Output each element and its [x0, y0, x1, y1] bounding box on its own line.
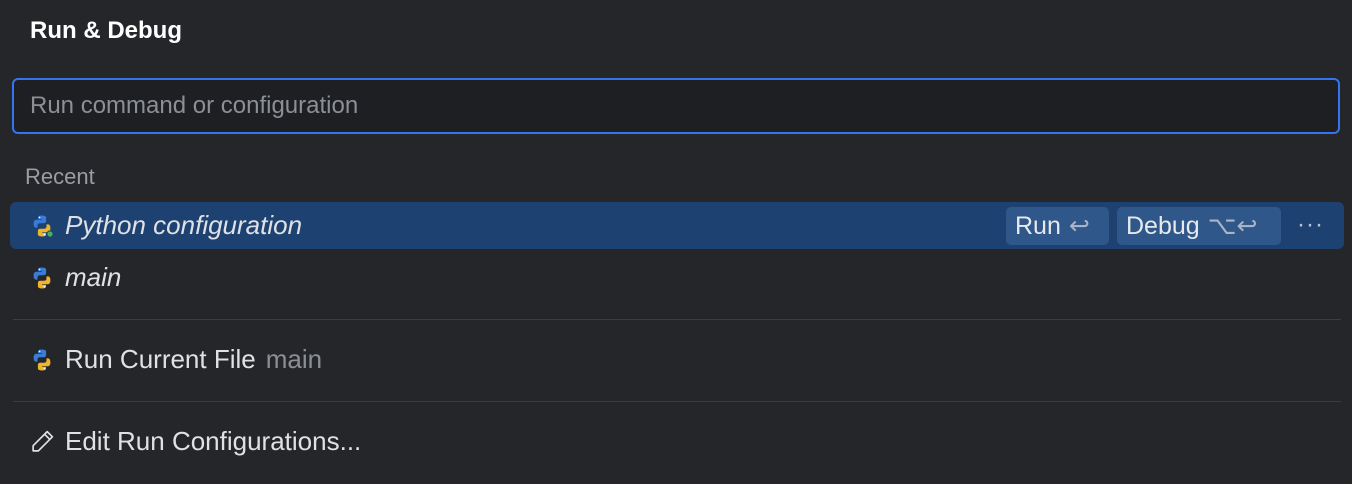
- pencil-icon: [32, 430, 54, 452]
- edit-run-configurations-label: Edit Run Configurations...: [65, 426, 362, 456]
- more-actions-icon[interactable]: ···: [1297, 205, 1324, 245]
- run-button-label: Run: [1015, 212, 1061, 240]
- python-icon: [33, 215, 54, 238]
- recent-item-label: main: [65, 262, 122, 292]
- recent-item-python-configuration[interactable]: Python configuration Run ↩ Debug ⌥↩ ···: [10, 202, 1344, 249]
- divider: [13, 319, 1341, 320]
- debug-button[interactable]: Debug ⌥↩: [1117, 207, 1281, 245]
- popup-title: Run & Debug: [30, 17, 182, 44]
- recent-item-label: Python configuration: [65, 210, 303, 240]
- python-icon: [33, 267, 51, 289]
- divider: [13, 401, 1341, 402]
- edit-run-configurations-item[interactable]: Edit Run Configurations...: [10, 418, 1344, 465]
- run-current-file-target: main: [265, 344, 323, 374]
- run-current-file-label: Run Current File main: [65, 336, 322, 383]
- run-current-file-text: Run Current File: [65, 344, 256, 374]
- search-field[interactable]: [12, 78, 1340, 134]
- recent-section-label: Recent: [25, 164, 95, 189]
- recent-item-main[interactable]: main: [10, 254, 1344, 301]
- debug-button-label: Debug: [1126, 212, 1200, 240]
- run-button[interactable]: Run ↩: [1006, 207, 1109, 245]
- run-debug-popup: Run & Debug Recent Python configuration …: [0, 0, 1352, 484]
- running-status-dot: [47, 231, 53, 237]
- run-current-file-item[interactable]: Run Current File main: [10, 336, 1344, 383]
- python-icon: [33, 349, 51, 371]
- option-enter-key-icon: ⌥↩: [1207, 212, 1258, 240]
- search-input[interactable]: [14, 80, 1338, 132]
- enter-key-icon: ↩: [1068, 212, 1090, 240]
